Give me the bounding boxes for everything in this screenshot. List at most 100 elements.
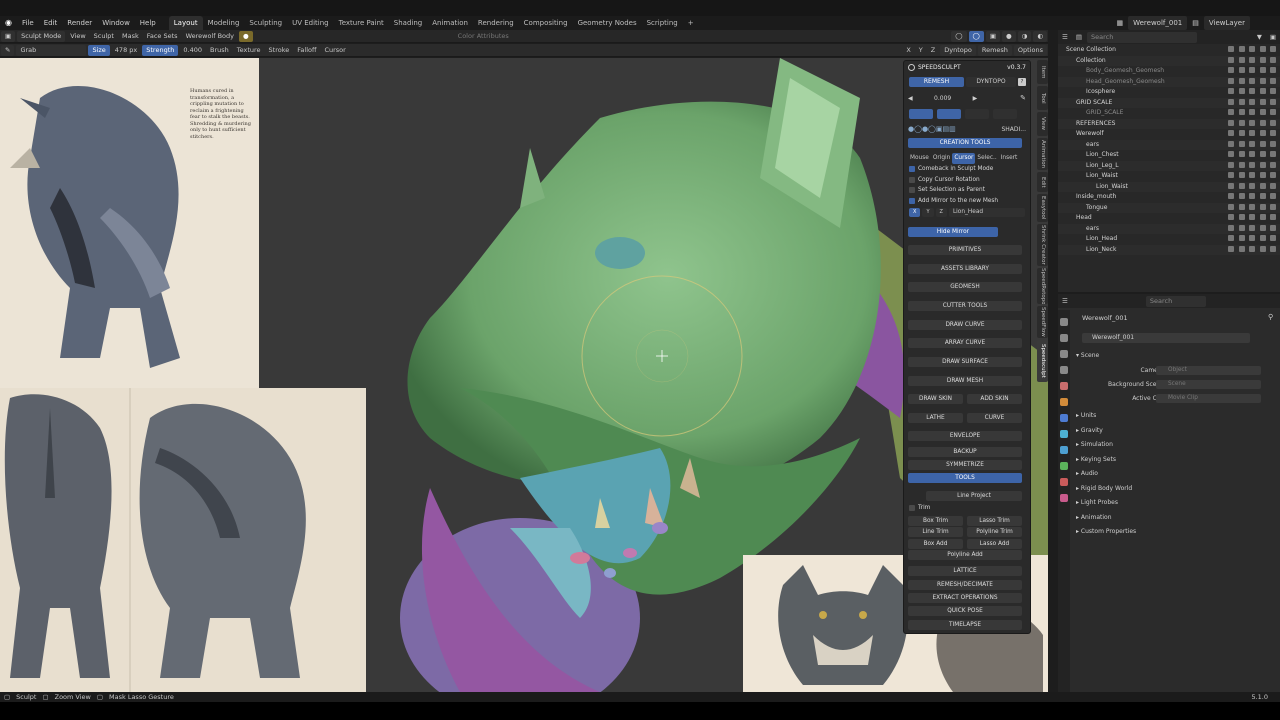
outliner-row[interactable]: ears [1058,139,1280,150]
material-tab-icon[interactable] [1060,478,1068,486]
outliner-row[interactable]: Lion_Leg_L [1058,160,1280,171]
filter-funnel-icon[interactable]: ▼ [1253,32,1266,43]
output-tab-icon[interactable] [1060,350,1068,358]
visibility-toggles[interactable] [1228,245,1276,254]
shading-menu[interactable]: SHADI... [1001,126,1026,133]
properties-section[interactable]: ▸ Light Probes [1076,497,1118,508]
object-data-icon[interactable]: ● [239,30,253,42]
remesh-value[interactable]: 0.009 [913,95,973,102]
overlay-icon[interactable]: ◯ [951,30,967,42]
dyntopo-menu[interactable]: Dyntopo [940,44,976,56]
section-extract-operations[interactable]: EXTRACT OPERATIONS [908,593,1022,603]
visibility-toggle-icon[interactable] [1238,46,1245,52]
visibility-toggle-icon[interactable] [1249,203,1255,210]
visibility-toggle-icon[interactable] [1228,88,1234,94]
tab-texture-paint[interactable]: Texture Paint [334,16,389,30]
visibility-toggle-icon[interactable] [1249,224,1255,231]
visibility-toggle-icon[interactable] [1270,182,1276,189]
tab-mouse[interactable]: Mouse [908,153,931,164]
editor-type-icon[interactable]: ▣ [1,30,16,42]
checkbox-icon[interactable] [909,176,915,183]
tab-layout[interactable]: Layout [168,16,203,30]
menu-render[interactable]: Render [62,16,97,30]
properties-section[interactable]: ▸ Audio [1076,468,1098,479]
menu-mask[interactable]: Mask [118,31,143,42]
visibility-toggles[interactable] [1228,182,1276,191]
visibility-toggle-icon[interactable] [1270,161,1276,168]
menu-face-sets[interactable]: Face Sets [143,31,182,42]
outliner-row[interactable]: Icosphere [1058,87,1280,98]
envelope-button[interactable]: ENVELOPE [908,431,1022,441]
visibility-toggle-icon[interactable] [1238,67,1245,73]
line-trim-button[interactable]: Line Trim [908,527,963,537]
visibility-toggle-icon[interactable] [1259,161,1266,168]
visibility-toggle-icon[interactable] [1238,88,1245,94]
visibility-toggle-icon[interactable] [1238,56,1245,63]
section-assets-library[interactable]: ASSETS LIBRARY [908,264,1022,274]
section-draw-surface[interactable]: DRAW SURFACE [908,357,1022,367]
line-project-button[interactable]: Line Project [926,491,1022,501]
visibility-toggle-icon[interactable] [1228,161,1234,168]
eyedropper-icon[interactable]: ✎ [1020,94,1026,102]
visibility-toggle-icon[interactable] [1228,224,1234,231]
visibility-toggle-icon[interactable] [1259,140,1266,147]
outliner-row[interactable]: Scene Collection [1058,45,1280,56]
texture-tab-icon[interactable] [1060,494,1068,502]
outliner-row[interactable]: Inside_mouth [1058,192,1280,203]
mirror-target-field[interactable]: Lion_Head [948,207,1025,217]
camera-field[interactable]: Object [1156,366,1261,375]
axis-z[interactable]: Z [927,45,939,56]
visibility-toggle-icon[interactable] [1270,172,1276,178]
lasso-trim-button[interactable]: Lasso Trim [967,516,1022,526]
visibility-toggle-icon[interactable] [1270,193,1276,199]
visibility-toggle-icon[interactable] [1238,235,1245,241]
visibility-toggle-icon[interactable] [1270,245,1276,252]
pin-icon[interactable]: ⚲ [1268,313,1273,321]
blender-logo-icon[interactable]: ◉ [0,16,17,30]
outliner-row[interactable]: Lion_Waist [1058,181,1280,192]
visibility-toggle-icon[interactable] [1270,119,1276,126]
3d-viewport[interactable]: Humans cured in transformation, a crippl… [0,58,1048,692]
visibility-toggle-icon[interactable] [1249,172,1255,178]
size-field-label[interactable]: Size [88,44,110,56]
visibility-toggle-icon[interactable] [1249,235,1255,241]
vtab-speedflow[interactable]: SpeedFlow [1037,306,1048,338]
visibility-toggles[interactable] [1228,109,1276,117]
properties-section[interactable]: ▸ Custom Properties [1076,526,1136,537]
section-symmetrize[interactable]: SYMMETRIZE [908,460,1022,470]
option-comeback-sculpt[interactable]: Comeback in Sculpt Mode [909,165,993,174]
visibility-toggle-icon[interactable] [1249,119,1255,126]
view-layer-name[interactable]: ViewLayer [1203,16,1250,30]
grid-icon[interactable] [993,109,1017,119]
visibility-toggle-icon[interactable] [1249,245,1255,252]
visibility-toggle-icon[interactable] [1249,67,1255,73]
checkbox-icon[interactable] [909,165,915,172]
visibility-toggle-icon[interactable] [1238,109,1245,115]
visibility-toggles[interactable] [1228,235,1276,243]
visibility-toggle-icon[interactable] [1228,119,1234,126]
menu-help[interactable]: Help [135,16,161,30]
menu-texture[interactable]: Texture [233,45,265,56]
outliner-row[interactable]: Head [1058,213,1280,224]
checkbox-icon[interactable] [909,197,915,204]
visibility-toggle-icon[interactable] [1259,235,1266,241]
size-value[interactable]: 478 px [111,45,141,56]
active-clip-field[interactable]: Movie Clip [1156,394,1261,403]
visibility-toggle-icon[interactable] [1228,56,1234,63]
section-draw-mesh[interactable]: DRAW MESH [908,376,1022,386]
visibility-toggle-icon[interactable] [1259,46,1266,52]
visibility-toggle-icon[interactable] [1270,56,1276,63]
strength-value[interactable]: 0.400 [179,45,206,56]
visibility-toggle-icon[interactable] [1249,214,1255,220]
visibility-toggle-icon[interactable] [1259,88,1266,94]
polyline-trim-button[interactable]: Polyline Trim [967,527,1022,537]
visibility-toggle-icon[interactable] [1270,130,1276,136]
scene-name[interactable]: Werewolf_001 [1128,16,1188,30]
menu-view[interactable]: View [66,31,89,42]
visibility-toggles[interactable] [1228,151,1276,159]
visibility-toggle-icon[interactable] [1238,161,1245,168]
section-cutter-tools[interactable]: CUTTER TOOLS [908,301,1022,311]
outliner-row[interactable]: Head_Geomesh_Geomesh [1058,76,1280,87]
physics-tab-icon[interactable] [1060,430,1068,438]
section-remesh-decimate[interactable]: REMESH/DECIMATE [908,580,1022,590]
